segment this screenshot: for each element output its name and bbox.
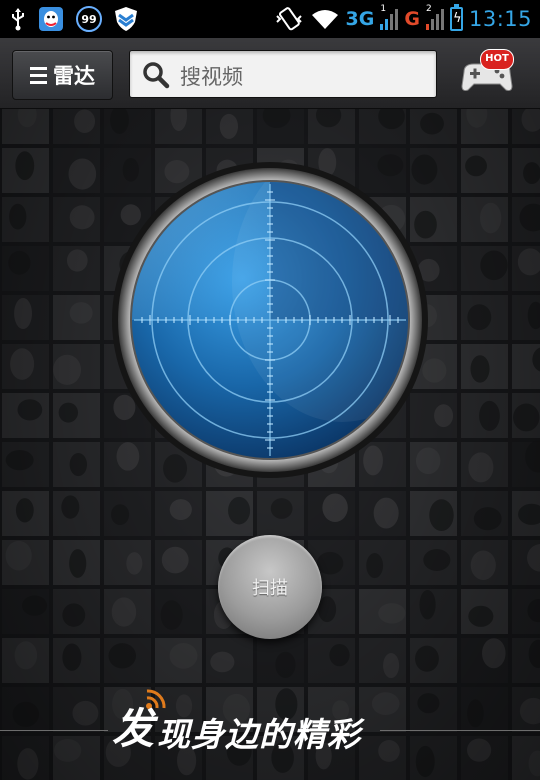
shield-icon bbox=[115, 7, 137, 31]
vibrate-icon bbox=[275, 7, 302, 31]
search-placeholder: 搜视频 bbox=[180, 65, 243, 89]
notification-99-icon: 99 bbox=[76, 6, 102, 32]
radar-screen: 扫描 发现身边的精彩 bbox=[0, 109, 540, 780]
slogan: 发现身边的精彩 bbox=[0, 686, 540, 766]
menu-icon bbox=[30, 66, 47, 84]
radar-menu-button[interactable]: 雷达 bbox=[12, 50, 113, 100]
status-left-icons: 99 bbox=[10, 5, 138, 33]
wifi-icon bbox=[311, 10, 338, 29]
radar-tab-label: 雷达 bbox=[53, 64, 95, 88]
slogan-first-char: 发 bbox=[112, 704, 156, 753]
battery-charging-icon: ϟ bbox=[449, 4, 463, 31]
signal-3g-icon: 1 bbox=[380, 4, 399, 30]
search-icon bbox=[143, 62, 170, 89]
qq-icon bbox=[39, 7, 63, 31]
radar-dish-icon bbox=[112, 162, 428, 478]
sim2-index: 2 bbox=[425, 4, 432, 14]
usb-icon bbox=[12, 8, 24, 31]
scan-button-label: 扫描 bbox=[252, 578, 288, 599]
slogan-text: 现身边的精彩 bbox=[157, 715, 362, 754]
sim1-index: 1 bbox=[380, 4, 387, 14]
status-right-icons: 3G 1 G 2 ϟ 13:15 bbox=[274, 4, 532, 34]
status-bar: 99 3G 1 G 2 ϟ 13:15 bbox=[0, 0, 540, 38]
hot-badge: HOT bbox=[480, 49, 514, 70]
notification-count: 99 bbox=[81, 12, 97, 26]
search-input[interactable]: 搜视频 bbox=[129, 50, 437, 98]
network-g-label: G bbox=[404, 8, 420, 30]
scan-button[interactable]: 扫描 bbox=[218, 535, 322, 639]
status-time: 13:15 bbox=[468, 7, 532, 31]
signal-g-icon: 2 bbox=[425, 4, 444, 30]
network-3g-label: 3G bbox=[345, 8, 375, 30]
